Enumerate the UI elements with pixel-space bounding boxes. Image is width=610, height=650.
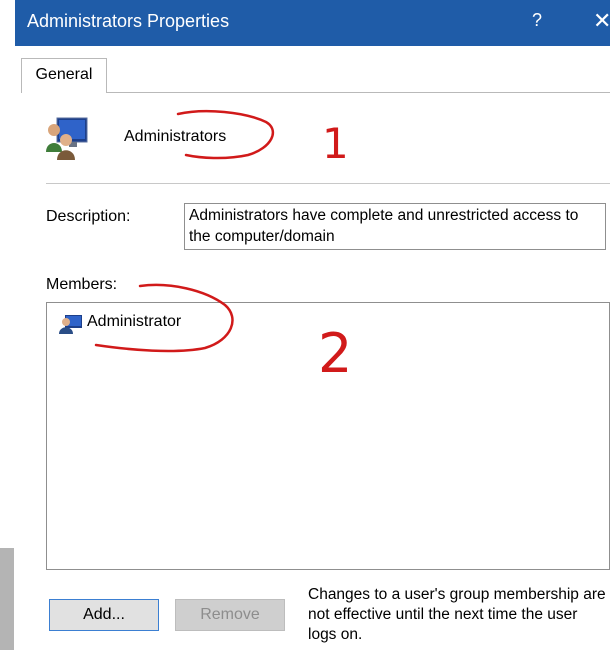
members-label: Members:: [46, 276, 118, 293]
background-strip-gray: [0, 548, 14, 650]
group-users-icon: [46, 117, 88, 160]
separator: [46, 183, 610, 184]
tab-divider: [105, 92, 610, 93]
properties-dialog: General Administrators Description: Admi…: [15, 46, 610, 650]
user-icon: [59, 315, 82, 334]
remove-button[interactable]: Remove: [175, 599, 285, 631]
help-button[interactable]: ?: [532, 10, 542, 31]
tab-general[interactable]: General: [21, 58, 107, 93]
window-title: Administrators Properties: [27, 11, 230, 31]
members-list[interactable]: Administrator: [46, 302, 610, 570]
description-label: Description:: [46, 208, 131, 225]
group-name: Administrators: [124, 128, 227, 145]
member-label: Administrator: [87, 313, 182, 330]
close-button[interactable]: ✕: [593, 8, 610, 34]
add-button[interactable]: Add...: [49, 599, 159, 631]
membership-note: Changes to a user's group membership are…: [308, 586, 606, 643]
title-bar[interactable]: Administrators Properties ? ✕: [15, 0, 610, 46]
description-field[interactable]: Administrators have complete and unrestr…: [184, 203, 606, 250]
